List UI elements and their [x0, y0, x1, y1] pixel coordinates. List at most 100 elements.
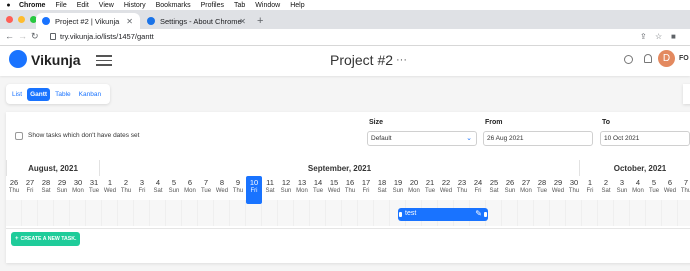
gantt-cell[interactable]	[118, 200, 134, 226]
gantt-cell[interactable]	[582, 200, 598, 226]
close-tab-icon[interactable]: ✕	[239, 17, 246, 26]
view-table-button[interactable]: Table	[52, 88, 74, 101]
plus-icon: +	[15, 236, 19, 242]
close-tab-icon[interactable]: ✕	[126, 17, 133, 26]
tab-vikunja[interactable]: Project #2 | Vikunja ✕	[36, 13, 140, 29]
menu-window[interactable]: Window	[255, 2, 280, 9]
menu-history[interactable]: History	[124, 2, 146, 9]
menu-edit[interactable]: Edit	[77, 2, 89, 9]
task-bar[interactable]: test ✎	[398, 208, 488, 221]
address-bar[interactable]: try.vikunja.io/lists/1457/gantt	[60, 32, 154, 41]
gantt-cell[interactable]	[646, 200, 662, 226]
menu-profiles[interactable]: Profiles	[201, 2, 224, 9]
gantt-cell[interactable]	[246, 204, 262, 226]
menu-tab[interactable]: Tab	[234, 2, 245, 9]
apple-icon[interactable]: ●	[4, 2, 13, 9]
menu-view[interactable]: View	[99, 2, 114, 9]
gantt-cell[interactable]	[294, 200, 310, 226]
gantt-cell[interactable]	[518, 200, 534, 226]
vikunja-logo-icon[interactable]	[9, 50, 27, 68]
bookmark-star-icon[interactable]: ☆	[655, 32, 662, 41]
username[interactable]: FO	[679, 55, 689, 62]
menu-bookmarks[interactable]: Bookmarks	[156, 2, 191, 9]
menu-help[interactable]: Help	[290, 2, 304, 9]
view-gantt-button[interactable]: Gantt	[27, 87, 51, 101]
minimize-window-button[interactable]	[18, 16, 25, 23]
gantt-cell[interactable]	[38, 200, 54, 226]
search-icon[interactable]	[624, 55, 633, 64]
day-weekday: Sun	[280, 188, 292, 194]
view-list-button[interactable]: List	[9, 88, 25, 101]
gantt-cell[interactable]	[22, 200, 38, 226]
to-date-input[interactable]: 10 Oct 2021	[600, 131, 690, 146]
gantt-cell[interactable]	[262, 200, 278, 226]
day-weekday: Sun	[168, 188, 180, 194]
day-number: 27	[25, 178, 35, 187]
lock-icon[interactable]	[50, 33, 56, 40]
gantt-cell[interactable]	[358, 200, 374, 226]
gantt-cell[interactable]	[630, 200, 646, 226]
gantt-day-column: 13 Mon	[294, 176, 310, 229]
gantt-cell[interactable]	[662, 200, 678, 226]
back-arrow-icon[interactable]: ←	[5, 31, 14, 41]
show-undated-label[interactable]: Show tasks which don't have dates set	[28, 132, 139, 139]
gantt-cell[interactable]	[198, 200, 214, 226]
menu-chrome[interactable]: Chrome	[19, 2, 45, 9]
gantt-cell[interactable]	[566, 200, 582, 226]
gantt-day-column: 23 Thu	[454, 176, 470, 229]
extensions-icon[interactable]: ■	[671, 32, 676, 41]
close-window-button[interactable]	[6, 16, 13, 23]
day-weekday: Wed	[439, 188, 453, 194]
gantt-cell[interactable]	[70, 200, 86, 226]
gantt-cell[interactable]	[678, 200, 690, 226]
gantt-cell[interactable]	[534, 200, 550, 226]
create-task-button[interactable]: + CREATE A NEW TASK.	[11, 232, 80, 246]
gantt-cell[interactable]	[342, 200, 358, 226]
gantt-cell[interactable]	[102, 200, 118, 226]
gantt-cell[interactable]	[550, 200, 566, 226]
gantt-cell[interactable]	[86, 200, 102, 226]
view-kanban-button[interactable]: Kanban	[76, 88, 104, 101]
page-title: Project #2	[330, 52, 394, 68]
day-number: 21	[425, 178, 435, 187]
share-icon[interactable]: ⇪	[640, 32, 647, 41]
menu-file[interactable]: File	[55, 2, 66, 9]
gantt-cell[interactable]	[374, 200, 390, 226]
day-weekday: Thu	[456, 188, 468, 194]
filters-button[interactable]	[683, 84, 690, 104]
gantt-cell[interactable]	[326, 200, 342, 226]
gantt-cell[interactable]	[278, 200, 294, 226]
gantt-cell[interactable]	[502, 200, 518, 226]
size-select[interactable]: Default ⌄	[367, 131, 477, 146]
gantt-cell[interactable]	[614, 200, 630, 226]
gantt-cell[interactable]	[150, 200, 166, 226]
gantt-cell[interactable]	[598, 200, 614, 226]
day-weekday: Thu	[680, 188, 690, 194]
gantt-cell[interactable]	[6, 200, 22, 226]
gantt-cell[interactable]	[166, 200, 182, 226]
gantt-cell[interactable]	[310, 200, 326, 226]
day-number: 26	[9, 178, 19, 187]
forward-arrow-icon[interactable]: →	[18, 31, 27, 41]
tab-settings[interactable]: Settings - About Chrome ✕	[141, 13, 253, 29]
resize-handle-left[interactable]	[399, 212, 402, 217]
avatar[interactable]: D	[658, 50, 675, 67]
day-number: 5	[171, 178, 177, 187]
from-date-input[interactable]: 26 Aug 2021	[483, 131, 593, 146]
menu-hamburger-icon[interactable]	[96, 55, 112, 69]
create-task-label: CREATE A NEW TASK.	[20, 236, 77, 242]
gantt-cell[interactable]	[486, 200, 502, 226]
project-options-icon[interactable]: ···	[396, 54, 407, 66]
gantt-cell[interactable]	[182, 200, 198, 226]
brand-name[interactable]: Vikunja	[31, 52, 81, 68]
reload-icon[interactable]: ↻	[31, 31, 39, 42]
notification-bell-icon[interactable]	[644, 54, 652, 63]
show-undated-checkbox[interactable]	[15, 132, 23, 140]
gantt-cell[interactable]	[214, 200, 230, 226]
new-tab-icon[interactable]: +	[257, 15, 263, 27]
resize-handle-right[interactable]	[484, 212, 487, 217]
gantt-cell[interactable]	[230, 200, 246, 226]
gantt-cell[interactable]	[134, 200, 150, 226]
gantt-cell[interactable]	[54, 200, 70, 226]
edit-pencil-icon[interactable]: ✎	[475, 209, 482, 218]
